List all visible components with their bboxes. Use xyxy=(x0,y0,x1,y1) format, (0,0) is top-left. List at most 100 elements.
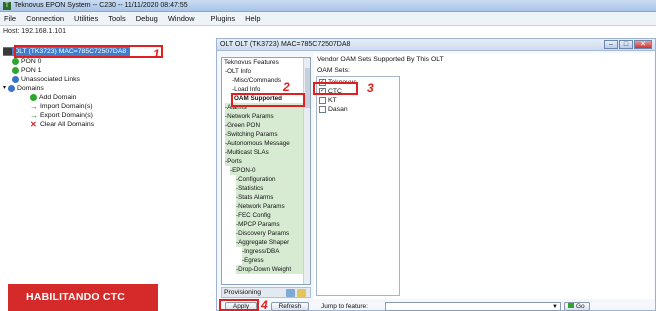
main-titlebar: T Teknovus EPON System -- C230 -- 11/11/… xyxy=(0,0,656,12)
oam-panel: Vendor OAM Sets Supported By This OLT OA… xyxy=(314,53,654,299)
menu-utilities[interactable]: Utilities xyxy=(74,14,98,23)
menu-help[interactable]: Help xyxy=(245,14,260,23)
annotation-box-3 xyxy=(313,82,358,95)
tree-item-domains-label: Domains xyxy=(17,85,44,92)
menu-debug[interactable]: Debug xyxy=(136,14,158,23)
oam-item-label: KT xyxy=(328,97,337,104)
domains-icon xyxy=(8,85,16,92)
features-scrollbar[interactable] xyxy=(303,58,310,284)
annotation-box-2 xyxy=(231,93,305,107)
menu-plugins[interactable]: Plugins xyxy=(211,14,236,23)
window-title: Teknovus EPON System -- C230 -- 11/11/20… xyxy=(14,2,188,9)
feature-item[interactable]: -Network Params xyxy=(236,202,304,211)
feature-item[interactable]: -Configuration xyxy=(236,175,304,184)
feature-item[interactable]: -FEC Config xyxy=(236,211,304,220)
provisioning-label: Provisioning xyxy=(224,289,262,296)
tree-item-unassociated-links[interactable]: Unassociated Links xyxy=(12,75,80,84)
tree-item-pon1-label: PON 1 xyxy=(21,67,42,74)
olt-window-title: OLT OLT (TK3723) MAC=785C72507DA8 xyxy=(220,41,351,48)
tree-item-pon1[interactable]: PON 1 xyxy=(12,66,41,75)
tree-item-add-domain[interactable]: Add Domain xyxy=(30,93,76,102)
tree-item-pon0-label: PON 0 xyxy=(21,58,42,65)
feature-item[interactable]: -Drop-Down Weight xyxy=(236,265,304,274)
feature-item[interactable]: -MPCP Params xyxy=(236,220,304,229)
feature-item[interactable]: -Green PON xyxy=(225,121,304,130)
annotation-number-1: 1 xyxy=(153,47,160,61)
feature-item[interactable]: -Multicast SLAs xyxy=(225,148,304,157)
tree-item-export-label: Export Domain(s) xyxy=(40,112,93,119)
window-controls: – □ ✕ xyxy=(604,40,652,49)
host-label: Host: 192.168.1.101 xyxy=(3,28,67,35)
feature-item[interactable]: -Egress xyxy=(242,256,304,265)
oam-item-dasan[interactable]: Dasan xyxy=(319,105,348,114)
menu-window[interactable]: Window xyxy=(168,14,195,23)
tree-item-unassociated-label: Unassociated Links xyxy=(21,76,80,83)
close-button[interactable]: ✕ xyxy=(634,40,652,49)
jump-to-feature-label: Jump to feature: xyxy=(321,303,368,310)
go-button-label: Go xyxy=(576,303,585,310)
feature-item[interactable]: -Ingress/DBA xyxy=(242,247,304,256)
provisioning-folder-icon[interactable] xyxy=(297,289,306,297)
oam-item-kt[interactable]: KT xyxy=(319,96,337,105)
menu-connection[interactable]: Connection xyxy=(26,14,64,23)
features-header: Teknovus Features xyxy=(224,59,279,66)
checkbox-unchecked-icon[interactable] xyxy=(319,106,326,113)
bottom-bar: Apply Refresh Jump to feature: ▼ Go xyxy=(217,302,655,311)
oam-item-label: Dasan xyxy=(328,106,348,113)
tree-item-add-domain-label: Add Domain xyxy=(39,94,77,101)
menu-file[interactable]: File xyxy=(4,14,16,23)
oam-sets-label: OAM Sets: xyxy=(317,67,350,74)
annotation-number-4: 4 xyxy=(261,298,268,311)
feature-item[interactable]: -Statistics xyxy=(236,184,304,193)
caption-banner: HABILITANDO CTC xyxy=(8,284,158,311)
feature-item[interactable]: -Stats Alarms xyxy=(236,193,304,202)
annotation-box-4 xyxy=(219,299,259,311)
expand-toggle-icon[interactable]: ▾ xyxy=(3,84,6,93)
pon-icon xyxy=(12,67,19,74)
annotation-number-3: 3 xyxy=(367,81,374,95)
checkbox-unchecked-icon[interactable] xyxy=(319,97,326,104)
navigation-tree: OLT (TK3723) MAC=785C72507DA8 PON 0 PON … xyxy=(0,37,214,287)
import-arrow-icon: → xyxy=(30,102,38,111)
oam-sets-list: ✓ Teknovus ✓ CTC KT Dasan xyxy=(316,76,400,296)
app-icon: T xyxy=(3,1,11,10)
chevron-down-icon[interactable]: ▼ xyxy=(552,303,558,311)
tree-item-clear-domains[interactable]: ✕ Clear All Domains xyxy=(30,120,94,129)
scrollbar-thumb[interactable] xyxy=(305,68,310,108)
olt-window-titlebar: OLT OLT (TK3723) MAC=785C72507DA8 – □ ✕ xyxy=(217,39,655,51)
olt-icon xyxy=(3,48,12,55)
menu-tools[interactable]: Tools xyxy=(108,14,126,23)
tree-item-domains[interactable]: ▾ Domains xyxy=(3,84,44,93)
link-icon xyxy=(12,76,19,83)
feature-item[interactable]: -OLT Info xyxy=(225,67,251,76)
go-arrow-icon xyxy=(568,303,574,308)
oam-panel-title: Vendor OAM Sets Supported By This OLT xyxy=(317,56,444,63)
feature-item[interactable]: -Autonomous Message xyxy=(225,139,304,148)
jump-to-feature-select[interactable]: ▼ xyxy=(385,302,561,311)
tree-item-import-domain[interactable]: → Import Domain(s) xyxy=(30,102,93,111)
feature-item[interactable]: -Discovery Params xyxy=(236,229,304,238)
add-icon xyxy=(30,94,37,101)
tree-item-export-domain[interactable]: → Export Domain(s) xyxy=(30,111,93,120)
tree-item-import-label: Import Domain(s) xyxy=(40,103,93,110)
maximize-button[interactable]: □ xyxy=(619,40,633,49)
minimize-button[interactable]: – xyxy=(604,40,618,49)
refresh-button[interactable]: Refresh xyxy=(271,302,309,311)
feature-item[interactable]: -Aggregate Shaper xyxy=(236,238,304,247)
menu-bar: File Connection Utilities Tools Debug Wi… xyxy=(0,12,656,26)
pon-icon xyxy=(12,58,19,65)
tree-item-clear-label: Clear All Domains xyxy=(40,121,95,128)
olt-window: OLT OLT (TK3723) MAC=785C72507DA8 – □ ✕ … xyxy=(216,38,656,311)
provisioning-blue-icon[interactable] xyxy=(286,289,295,297)
provisioning-bar[interactable]: Provisioning xyxy=(221,287,311,298)
clear-x-icon: ✕ xyxy=(30,120,37,129)
annotation-number-2: 2 xyxy=(283,80,290,94)
go-button[interactable]: Go xyxy=(564,302,590,311)
feature-item[interactable]: -Misc/Commands xyxy=(232,76,281,85)
feature-item[interactable]: -Switching Params xyxy=(225,130,304,139)
feature-item[interactable]: -Network Params xyxy=(225,112,304,121)
tree-item-pon0[interactable]: PON 0 xyxy=(12,57,41,66)
feature-item[interactable]: -Ports xyxy=(225,157,304,166)
export-arrow-icon: → xyxy=(30,111,38,120)
feature-item[interactable]: -EPON-0 xyxy=(230,166,304,175)
